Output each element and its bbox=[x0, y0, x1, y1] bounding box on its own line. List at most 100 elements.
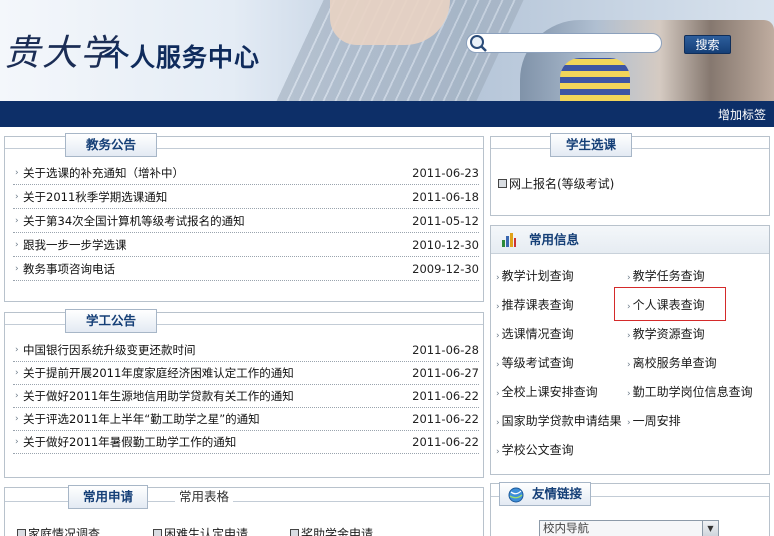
campus-navigation-select[interactable]: 校内导航 ▼ bbox=[539, 520, 719, 536]
banner-shirt-art bbox=[560, 58, 630, 101]
common-info-header: 常用信息 bbox=[491, 226, 769, 254]
link-teaching-plan[interactable]: › 教学计划查询 bbox=[496, 267, 574, 285]
checkbox-icon bbox=[290, 529, 299, 536]
notice-date: 2011-06-27 bbox=[412, 366, 479, 380]
tab-course-selection[interactable]: 学生选课 bbox=[550, 133, 632, 157]
select-value: 校内导航 bbox=[543, 521, 589, 535]
highlight-box bbox=[614, 287, 726, 321]
chevron-right-icon: › bbox=[627, 360, 631, 370]
search-button[interactable]: 搜索 bbox=[684, 35, 731, 54]
link-label: 教学任务查询 bbox=[632, 269, 705, 283]
chevron-right-icon: › bbox=[15, 414, 19, 424]
notice-title[interactable]: 关于选课的补充通知（增补中） bbox=[23, 162, 184, 184]
checkbox-icon bbox=[17, 529, 26, 536]
page-title: 个人服务中心 bbox=[104, 43, 261, 72]
notice-title[interactable]: 关于做好2011年生源地信用助学贷款有关工作的通知 bbox=[23, 385, 294, 407]
notice-date: 2011-06-22 bbox=[412, 389, 479, 403]
friend-links-title: 友情链接 bbox=[532, 486, 583, 501]
tab-academic-notices[interactable]: 教务公告 bbox=[65, 133, 157, 157]
link-official-documents[interactable]: › 学校公文查询 bbox=[496, 441, 574, 459]
chevron-right-icon: › bbox=[496, 273, 500, 283]
bar-chart-icon bbox=[502, 233, 516, 247]
list-item[interactable]: › 关于评选2011年上半年“勤工助学之星”的通知 2011-06-22 bbox=[13, 408, 479, 431]
list-item[interactable]: › 关于做好2011年暑假勤工助学工作的通知 2011-06-22 bbox=[13, 431, 479, 454]
link-weekly-schedule[interactable]: › 一周安排 bbox=[627, 412, 681, 430]
notice-title[interactable]: 关于提前开展2011年度家庭经济困难认定工作的通知 bbox=[23, 362, 294, 384]
checkbox-icon bbox=[153, 529, 162, 536]
search-icon bbox=[470, 35, 487, 52]
chevron-right-icon: › bbox=[15, 192, 19, 202]
link-label: 勤工助学岗位信息查询 bbox=[632, 385, 753, 399]
link-campus-class-schedule[interactable]: › 全校上课安排查询 bbox=[496, 383, 598, 401]
notice-date: 2011-06-28 bbox=[412, 343, 479, 357]
chevron-right-icon: › bbox=[496, 302, 500, 312]
applications-panel: 常用申请 常用表格 家庭情况调查 困难生认定申请 奖助学金申请 bbox=[4, 485, 484, 536]
link-label: 选课情况查询 bbox=[501, 327, 574, 341]
application-item[interactable]: 奖助学金申请 bbox=[290, 525, 373, 536]
application-item[interactable]: 家庭情况调查 bbox=[17, 525, 100, 536]
notice-date: 2011-05-12 bbox=[412, 214, 479, 228]
link-leaving-service[interactable]: › 离校服务单查询 bbox=[627, 354, 717, 372]
link-label: 教学资源查询 bbox=[632, 327, 705, 341]
application-label: 困难生认定申请 bbox=[164, 527, 249, 536]
chevron-right-icon: › bbox=[15, 240, 19, 250]
chevron-right-icon: › bbox=[496, 418, 500, 428]
notice-title[interactable]: 关于评选2011年上半年“勤工助学之星”的通知 bbox=[23, 408, 260, 430]
link-label: 学校公文查询 bbox=[501, 443, 574, 457]
link-label: 教学计划查询 bbox=[501, 269, 574, 283]
list-item[interactable]: › 关于选课的补充通知（增补中） 2011-06-23 bbox=[13, 162, 479, 185]
notice-title[interactable]: 关于第34次全国计算机等级考试报名的通知 bbox=[23, 210, 245, 232]
add-tag-link[interactable]: 增加标签 bbox=[718, 106, 766, 123]
chevron-right-icon: › bbox=[627, 331, 631, 341]
exam-registration-link[interactable]: 网上报名(等级考试) bbox=[498, 175, 614, 193]
link-work-study-jobs[interactable]: › 勤工助学岗位信息查询 bbox=[627, 383, 753, 401]
tab-common-applications[interactable]: 常用申请 bbox=[68, 485, 148, 509]
chevron-down-icon[interactable]: ▼ bbox=[702, 521, 718, 536]
course-selection-panel: 学生选课 网上报名(等级考试) bbox=[490, 133, 770, 216]
student-affairs-notices-panel: 学工公告 › 中国银行因系统升级变更还款时间 2011-06-28 › 关于提前… bbox=[4, 309, 484, 478]
link-recommended-schedule[interactable]: › 推荐课表查询 bbox=[496, 296, 574, 314]
notice-date: 2011-06-22 bbox=[412, 435, 479, 449]
search-input[interactable] bbox=[466, 33, 662, 53]
link-grade-exam[interactable]: › 等级考试查询 bbox=[496, 354, 574, 372]
tab-student-affairs-notices[interactable]: 学工公告 bbox=[65, 309, 157, 333]
chevron-right-icon: › bbox=[15, 345, 19, 355]
list-item[interactable]: › 关于2011秋季学期选课通知 2011-06-18 bbox=[13, 186, 479, 209]
notice-date: 2011-06-18 bbox=[412, 190, 479, 204]
application-item[interactable]: 困难生认定申请 bbox=[153, 525, 248, 536]
notice-title[interactable]: 关于做好2011年暑假勤工助学工作的通知 bbox=[23, 431, 236, 453]
application-label: 奖助学金申请 bbox=[301, 527, 374, 536]
link-label: 等级考试查询 bbox=[501, 356, 574, 370]
link-loan-result[interactable]: › 国家助学贷款申请结果 bbox=[496, 412, 622, 430]
list-item[interactable]: › 跟我一步一步学选课 2010-12-30 bbox=[13, 234, 479, 257]
notice-title[interactable]: 关于2011秋季学期选课通知 bbox=[23, 186, 167, 208]
notice-date: 2009-12-30 bbox=[412, 262, 479, 276]
notice-title[interactable]: 教务事项咨询电话 bbox=[23, 258, 115, 280]
chevron-right-icon: › bbox=[627, 389, 631, 399]
list-item[interactable]: › 关于做好2011年生源地信用助学贷款有关工作的通知 2011-06-22 bbox=[13, 385, 479, 408]
chevron-right-icon: › bbox=[15, 264, 19, 274]
chevron-right-icon: › bbox=[627, 273, 631, 283]
checkbox-icon bbox=[498, 179, 507, 188]
list-item[interactable]: › 中国银行因系统升级变更还款时间 2011-06-28 bbox=[13, 339, 479, 362]
list-item[interactable]: › 教务事项咨询电话 2009-12-30 bbox=[13, 258, 479, 281]
notice-title[interactable]: 跟我一步一步学选课 bbox=[23, 234, 127, 256]
top-navbar: 增加标签 bbox=[0, 101, 774, 127]
list-item[interactable]: › 关于第34次全国计算机等级考试报名的通知 2011-05-12 bbox=[13, 210, 479, 233]
tab-common-forms[interactable]: 常用表格 bbox=[175, 488, 234, 508]
link-selection-status[interactable]: › 选课情况查询 bbox=[496, 325, 574, 343]
chevron-right-icon: › bbox=[496, 447, 500, 457]
chevron-right-icon: › bbox=[15, 368, 19, 378]
link-teaching-resources[interactable]: › 教学资源查询 bbox=[627, 325, 705, 343]
link-teaching-tasks[interactable]: › 教学任务查询 bbox=[627, 267, 705, 285]
academic-notices-panel: 教务公告 › 关于选课的补充通知（增补中） 2011-06-23 › 关于201… bbox=[4, 133, 484, 302]
chevron-right-icon: › bbox=[496, 331, 500, 341]
exam-registration-label: 网上报名(等级考试) bbox=[509, 177, 615, 191]
notice-title[interactable]: 中国银行因系统升级变更还款时间 bbox=[23, 339, 196, 361]
list-item[interactable]: › 关于提前开展2011年度家庭经济困难认定工作的通知 2011-06-27 bbox=[13, 362, 479, 385]
link-label: 全校上课安排查询 bbox=[501, 385, 598, 399]
university-logo-text: 贵大学 bbox=[4, 33, 119, 74]
chevron-right-icon: › bbox=[15, 216, 19, 226]
notice-date: 2011-06-22 bbox=[412, 412, 479, 426]
chevron-right-icon: › bbox=[15, 391, 19, 401]
